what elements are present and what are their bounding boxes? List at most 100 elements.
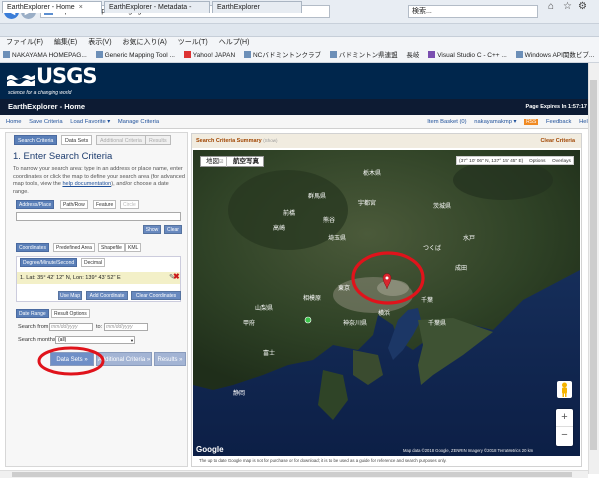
tab-date-range[interactable]: Date Range: [16, 309, 49, 318]
favorite-icon: [515, 51, 523, 58]
tab-results[interactable]: Results: [145, 135, 171, 145]
zoom-out-button[interactable]: −: [556, 426, 573, 444]
search-months-select[interactable]: (all) ▼: [55, 336, 135, 344]
nav-feedback[interactable]: Feedback: [546, 119, 571, 125]
results-button[interactable]: Results »: [154, 352, 186, 366]
nav-item-basket[interactable]: Item Basket (0): [427, 119, 466, 125]
map-label: 横浜: [378, 309, 390, 317]
gear-icon[interactable]: ⚙: [578, 1, 587, 12]
favorite-link[interactable]: NAKAYAMA HOMEPAG...: [3, 51, 87, 59]
map-label: 山梨県: [255, 304, 273, 312]
close-icon[interactable]: ×: [79, 4, 83, 11]
horizontal-scroll-thumb[interactable]: [12, 472, 572, 477]
map-label: 宇都宮: [358, 199, 376, 207]
nav-manage-criteria[interactable]: Manage Criteria: [118, 119, 159, 125]
zoom-in-button[interactable]: +: [556, 409, 573, 426]
rss-badge[interactable]: RSS: [524, 119, 539, 125]
map-label: 埼玉県: [328, 234, 346, 242]
page-title-bar: EarthExplorer - Home Page Expires In 1:5…: [0, 99, 599, 115]
tab-degree-minute-second[interactable]: Degree/Minute/Second: [20, 258, 78, 267]
favorite-icon: [243, 51, 251, 58]
favorite-link[interactable]: Yahoo! JAPAN: [183, 51, 235, 59]
tab-label: EarthExplorer - Metadata -: [109, 4, 192, 11]
menu-tools[interactable]: ツール(T): [178, 39, 208, 46]
tab-data-sets[interactable]: Data Sets: [61, 135, 93, 145]
tab-kml[interactable]: KML: [125, 243, 142, 252]
search-criteria-summary: Search Criteria Summary (Show) Clear Cri…: [192, 134, 581, 148]
use-map-button[interactable]: Use Map: [58, 291, 82, 300]
tab-address-place[interactable]: Address/Place: [16, 200, 55, 209]
clear-criteria-link[interactable]: Clear Criteria: [540, 134, 575, 148]
map-label: 群馬県: [308, 192, 326, 200]
coordinate-entry[interactable]: 1. Lat: 35° 42' 12" N, Lon: 139° 43' 52"…: [17, 272, 180, 284]
date-from-input[interactable]: mm/dd/yyyy: [49, 323, 93, 331]
to-label: to:: [96, 324, 103, 330]
show-button[interactable]: Show: [143, 225, 161, 234]
delete-icon[interactable]: ✖: [173, 271, 180, 283]
nav-home[interactable]: Home: [6, 119, 21, 125]
google-logo: Google: [196, 445, 224, 454]
tab-earthexplorer-home[interactable]: EarthExplorer - Home ×: [2, 1, 102, 13]
tab-feature[interactable]: Feature: [93, 200, 117, 209]
map-label: 富士: [263, 349, 275, 357]
tab-circle[interactable]: Circle: [120, 200, 139, 209]
green-map-marker-icon[interactable]: [304, 316, 312, 324]
tab-search-criteria[interactable]: Search Criteria: [14, 135, 58, 145]
address-input[interactable]: [16, 212, 181, 221]
favorite-link[interactable]: バドミントン県連盟: [329, 51, 398, 59]
street-view-pegman-icon[interactable]: [557, 381, 572, 398]
add-coordinate-button[interactable]: Add Coordinate: [86, 291, 128, 300]
date-to-input[interactable]: mm/dd/yyyy: [104, 323, 148, 331]
nav-user-menu[interactable]: nakayamakmp ▾: [474, 119, 516, 125]
tab-predefined-area[interactable]: Predefined Area: [53, 243, 95, 252]
clear-address-button[interactable]: Clear: [164, 225, 182, 234]
usgs-tagline: science for a changing world: [8, 90, 72, 96]
nav-save-criteria[interactable]: Save Criteria: [29, 119, 63, 125]
clear-coordinates-button[interactable]: Clear Coordinates: [131, 291, 181, 300]
zoom-control: + −: [556, 409, 573, 446]
favorites-bar: NAKAYAMA HOMEPAG... Generic Mapping Tool…: [0, 49, 599, 63]
usgs-logo-icon[interactable]: [7, 68, 35, 86]
favorites-star-icon[interactable]: ☆: [563, 1, 572, 12]
map-options-link[interactable]: Options: [529, 157, 546, 166]
help-documentation-link[interactable]: help documentation: [62, 181, 111, 187]
tab-earthexplorer-metadata[interactable]: EarthExplorer - Metadata -: [104, 1, 210, 13]
map-label: 千葉県: [428, 319, 446, 327]
menu-file[interactable]: ファイル(F): [6, 39, 43, 46]
menu-view[interactable]: 表示(V): [88, 39, 111, 46]
tab-additional-criteria[interactable]: Additional Criteria: [96, 135, 146, 145]
menu-favorites[interactable]: お気に入り(A): [123, 39, 167, 46]
favorite-link[interactable]: 長岐: [406, 52, 419, 59]
menu-edit[interactable]: 編集(E): [54, 39, 77, 46]
tab-decimal[interactable]: Decimal: [81, 258, 106, 267]
tab-path-row[interactable]: Path/Row: [60, 200, 88, 209]
map-type-satellite[interactable]: 航空写真: [233, 157, 259, 167]
tab-shapefile[interactable]: Shapefile: [98, 243, 125, 252]
home-icon[interactable]: ⌂: [548, 1, 554, 12]
vertical-scroll-thumb[interactable]: [590, 80, 597, 450]
favorite-icon: [3, 51, 10, 58]
map-label: 成田: [455, 264, 467, 272]
favorite-link[interactable]: Visual Studio C - C++ ...: [428, 51, 507, 59]
tab-earthexplorer[interactable]: EarthExplorer: [212, 1, 302, 13]
nav-load-favorite[interactable]: Load Favorite ▾: [70, 119, 110, 125]
favorite-icon: [428, 51, 436, 58]
satellite-map[interactable]: 栃木県 群馬県 茨城県 埼玉県 東京 山梨県 神奈川県 千葉県 相模原 水戸 宇…: [193, 150, 580, 456]
map-overlays-link[interactable]: Overlays: [552, 157, 571, 166]
tab-result-options[interactable]: Result Options: [51, 309, 90, 318]
summary-show-link[interactable]: (Show): [263, 138, 277, 143]
map-type-label: 地図: [206, 158, 219, 165]
browser-search-input[interactable]: 検索...: [408, 5, 538, 18]
section-heading: 1. Enter Search Criteria: [13, 151, 113, 162]
favorite-link[interactable]: NCバドミントンクラブ: [243, 51, 322, 59]
favorite-link[interactable]: Windows API関数ビブ...: [515, 51, 594, 59]
tab-label: EarthExplorer: [217, 4, 260, 11]
northern-hills: [453, 160, 553, 200]
search-instructions: To narrow your search area: type in an a…: [13, 166, 185, 196]
tab-coordinates[interactable]: Coordinates: [16, 243, 49, 252]
page-title: EarthExplorer - Home: [8, 102, 86, 111]
menu-help[interactable]: ヘルプ(H): [219, 39, 250, 46]
favorite-label: NCバドミントンクラブ: [252, 52, 322, 59]
favorite-link[interactable]: Generic Mapping Tool ...: [95, 51, 175, 59]
map-type-roadmap[interactable]: 地図☑: [203, 157, 228, 167]
